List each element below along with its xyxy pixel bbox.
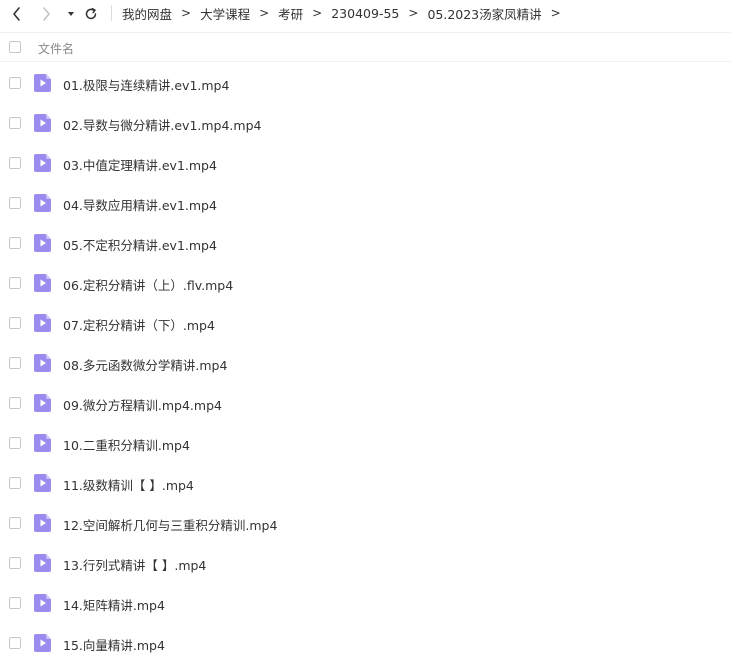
file-checkbox[interactable] [9,357,21,369]
file-checkbox[interactable] [9,117,21,129]
file-row[interactable]: 03.中值定理精讲.ev1.mp4 [0,143,731,183]
file-checkbox[interactable] [9,557,21,569]
file-row[interactable]: 15.向量精讲.mp4 [0,623,731,663]
breadcrumb-separator: > [408,6,419,20]
file-name[interactable]: 07.定积分精讲（下）.mp4 [63,315,215,334]
file-row[interactable]: 05.不定积分精讲.ev1.mp4 [0,223,731,263]
file-row[interactable]: 12.空间解析几何与三重积分精训.mp4 [0,503,731,543]
file-name[interactable]: 03.中值定理精讲.ev1.mp4 [63,155,217,174]
back-button[interactable] [6,3,28,25]
file-name[interactable]: 01.极限与连续精讲.ev1.mp4 [63,75,229,94]
breadcrumb-separator: > [550,6,561,20]
video-file-icon [34,194,51,212]
file-checkbox[interactable] [9,277,21,289]
breadcrumb-item[interactable]: 230409-55 [331,6,399,21]
file-list-header: 文件名 [0,32,731,62]
file-name[interactable]: 13.行列式精讲【 】.mp4 [63,555,206,574]
toolbar: 我的网盘 > 大学课程 > 考研 >230409-55 >05.2023汤家凤精讲 > [0,0,731,28]
file-name[interactable]: 02.导数与微分精讲.ev1.mp4.mp4 [63,115,261,134]
file-name[interactable]: 11.级数精训【 】.mp4 [63,475,194,494]
video-file-icon [34,314,51,332]
breadcrumb-separator: > [181,6,192,20]
refresh-icon [84,7,98,21]
forward-button[interactable] [35,3,57,25]
file-row[interactable]: 10.二重积分精训.mp4 [0,423,731,463]
file-name[interactable]: 09.微分方程精训.mp4.mp4 [63,395,222,414]
file-row[interactable]: 11.级数精训【 】.mp4 [0,463,731,503]
file-name[interactable]: 14.矩阵精讲.mp4 [63,595,165,614]
breadcrumb-item[interactable]: 考研 [278,4,303,23]
file-checkbox[interactable] [9,597,21,609]
file-checkbox[interactable] [9,397,21,409]
video-file-icon [34,154,51,172]
breadcrumb-item[interactable]: 我的网盘 [122,4,172,23]
file-name[interactable]: 10.二重积分精训.mp4 [63,435,190,454]
file-name[interactable]: 12.空间解析几何与三重积分精训.mp4 [63,515,277,534]
file-row[interactable]: 04.导数应用精讲.ev1.mp4 [0,183,731,223]
file-row[interactable]: 02.导数与微分精讲.ev1.mp4.mp4 [0,103,731,143]
file-list: 01.极限与连续精讲.ev1.mp4 02.导数与微分精讲.ev1.mp4.mp4… [0,63,731,663]
file-row[interactable]: 06.定积分精讲（上）.flv.mp4 [0,263,731,303]
toolbar-divider [111,5,112,21]
video-file-icon [34,434,51,452]
video-file-icon [34,554,51,572]
video-file-icon [34,234,51,252]
file-checkbox[interactable] [9,637,21,649]
video-file-icon [34,474,51,492]
video-file-icon [34,114,51,132]
video-file-icon [34,594,51,612]
file-checkbox[interactable] [9,317,21,329]
file-row[interactable]: 01.极限与连续精讲.ev1.mp4 [0,63,731,103]
chevron-left-icon [11,6,23,22]
column-header-filename[interactable]: 文件名 [38,40,74,57]
video-file-icon [34,274,51,292]
file-row[interactable]: 09.微分方程精训.mp4.mp4 [0,383,731,423]
file-checkbox[interactable] [9,437,21,449]
file-row[interactable]: 08.多元函数微分学精讲.mp4 [0,343,731,383]
file-checkbox[interactable] [9,237,21,249]
file-checkbox[interactable] [9,197,21,209]
breadcrumb-separator: > [259,6,270,20]
breadcrumb-item[interactable]: 05.2023汤家凤精讲 [427,4,541,23]
file-checkbox[interactable] [9,77,21,89]
select-all-checkbox[interactable] [9,41,21,53]
file-name[interactable]: 06.定积分精讲（上）.flv.mp4 [63,275,233,294]
refresh-button[interactable] [80,3,102,25]
file-row[interactable]: 07.定积分精讲（下）.mp4 [0,303,731,343]
file-row[interactable]: 13.行列式精讲【 】.mp4 [0,543,731,583]
caret-down-icon [66,9,76,19]
file-name[interactable]: 15.向量精讲.mp4 [63,635,165,654]
video-file-icon [34,354,51,372]
file-checkbox[interactable] [9,517,21,529]
breadcrumb: 我的网盘 > 大学课程 > 考研 >230409-55 >05.2023汤家凤精讲 > [122,0,570,26]
video-file-icon [34,394,51,412]
file-name[interactable]: 05.不定积分精讲.ev1.mp4 [63,235,217,254]
file-name[interactable]: 08.多元函数微分学精讲.mp4 [63,355,227,374]
file-checkbox[interactable] [9,477,21,489]
history-dropdown-button[interactable] [60,3,82,25]
file-row[interactable]: 14.矩阵精讲.mp4 [0,583,731,623]
video-file-icon [34,74,51,92]
file-checkbox[interactable] [9,157,21,169]
video-file-icon [34,634,51,652]
chevron-right-icon [40,6,52,22]
file-name[interactable]: 04.导数应用精讲.ev1.mp4 [63,195,217,214]
breadcrumb-separator: > [312,6,323,20]
breadcrumb-item[interactable]: 大学课程 [200,4,250,23]
video-file-icon [34,514,51,532]
